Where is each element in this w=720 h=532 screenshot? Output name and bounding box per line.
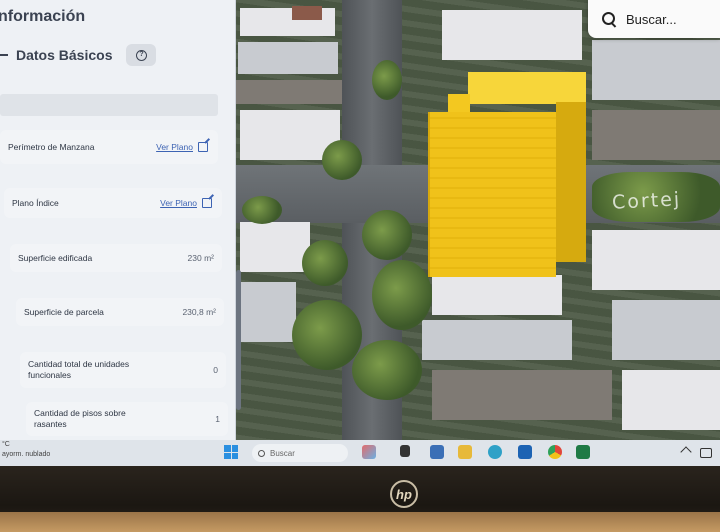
desk-surface [0, 512, 720, 532]
network-icon[interactable] [700, 448, 712, 458]
map-search-box[interactable]: Buscar... [588, 0, 720, 38]
folder-icon[interactable] [458, 445, 472, 459]
row-label: Perímetro de Manzana [8, 142, 95, 152]
roof [432, 370, 612, 420]
tree [322, 140, 362, 180]
photo: Cortej Buscar... nformación Datos Básico… [0, 0, 720, 532]
app-icon[interactable] [518, 445, 532, 459]
roof [442, 10, 582, 60]
highlighted-building-3d[interactable] [428, 72, 588, 277]
laptop-screen: Cortej Buscar... nformación Datos Básico… [0, 0, 720, 440]
roof [612, 300, 720, 360]
tree [242, 196, 282, 224]
row-superficie-edificada: Superficie edificada 230 m² [10, 244, 222, 272]
question-circle-icon: ? [135, 49, 147, 61]
roof [622, 370, 720, 430]
store-icon[interactable] [430, 445, 444, 459]
street-label: Cortej [611, 188, 682, 214]
hp-logo: hp [390, 480, 418, 508]
roof [236, 282, 296, 342]
task-view-icon[interactable] [400, 445, 410, 457]
row-value: 0 [213, 365, 218, 375]
tree [292, 300, 362, 370]
building-top [468, 72, 586, 104]
excel-icon[interactable] [576, 445, 590, 459]
roof [240, 222, 310, 272]
row-value: 230,8 m² [182, 307, 216, 317]
external-link-icon [198, 142, 208, 152]
windows-start-icon[interactable] [224, 445, 238, 459]
tree [362, 210, 412, 260]
ver-plano-link[interactable]: Ver Plano [156, 142, 218, 152]
edge-icon[interactable] [488, 445, 502, 459]
panel-scrollbar[interactable] [236, 270, 241, 410]
row-plano-indice: Plano Índice Ver Plano [4, 188, 222, 218]
row-label: Cantidad de pisos sobre rasantes [34, 408, 126, 429]
row-label: Plano Índice [12, 198, 59, 208]
roof [592, 40, 720, 100]
row-perimetro-manzana: Perímetro de Manzana Ver Plano [0, 130, 218, 164]
help-button[interactable]: ? [126, 44, 157, 66]
section-label: Datos Básicos [16, 47, 113, 63]
building-front [428, 112, 556, 277]
row-label: Cantidad total de unidades funcionales [28, 359, 130, 380]
chevron-up-icon[interactable] [680, 446, 692, 458]
row-pisos-rasantes: Cantidad de pisos sobre rasantes 1 [26, 402, 228, 436]
row-superficie-parcela: Superficie de parcela 230,8 m² [16, 298, 224, 326]
search-icon [258, 449, 265, 457]
tree [372, 260, 432, 330]
roof [592, 230, 720, 290]
tree [352, 340, 422, 400]
roof [422, 320, 572, 360]
roof [238, 42, 338, 74]
taskbar: °C ayorm. nublado Buscar [0, 440, 720, 466]
info-panel: nformación Datos Básicos ? Perímetro de … [0, 0, 236, 440]
row-value: 1 [215, 414, 220, 424]
section-header-datos-basicos[interactable]: Datos Básicos ? [0, 44, 157, 66]
weather-widget[interactable]: °C ayorm. nublado [0, 440, 50, 460]
roof [292, 6, 322, 20]
collapse-icon [0, 54, 8, 56]
external-link-icon [202, 198, 212, 208]
search-icon [602, 12, 616, 26]
chrome-icon[interactable] [548, 445, 562, 459]
tree [372, 60, 402, 100]
roof [236, 80, 342, 104]
building-side [556, 102, 586, 262]
row-label: Superficie de parcela [24, 307, 104, 317]
row-unidades-funcionales: Cantidad total de unidades funcionales 0 [20, 352, 226, 388]
search-placeholder: Buscar... [626, 11, 677, 27]
ver-plano-link[interactable]: Ver Plano [160, 198, 222, 208]
tree [302, 240, 348, 286]
row-label: Superficie edificada [18, 253, 93, 263]
row-value: 230 m² [187, 253, 214, 263]
taskbar-search[interactable]: Buscar [252, 444, 348, 462]
roof [432, 275, 562, 315]
placeholder-bar [0, 94, 218, 116]
roof [592, 110, 720, 160]
panel-title: nformación [0, 8, 86, 25]
widgets-icon[interactable] [362, 445, 376, 459]
